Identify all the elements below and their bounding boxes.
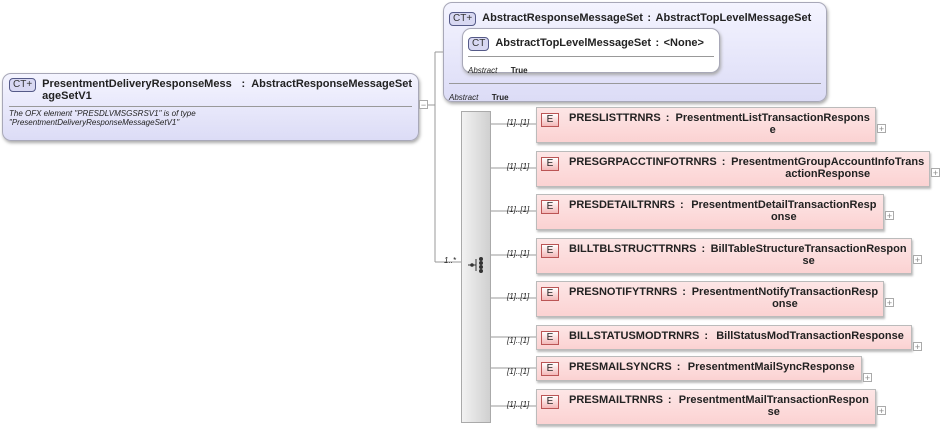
complex-type-extension-icon: CT+ bbox=[9, 78, 37, 92]
element-cardinality: [1]..[1] bbox=[507, 205, 530, 214]
root-type: AbstractResponseMessageSet bbox=[251, 78, 412, 90]
separator: : bbox=[655, 37, 660, 49]
abstract-label: Abstract bbox=[468, 66, 498, 75]
element-type: BillTableStructureTransactionResponse bbox=[710, 243, 907, 267]
element-node[interactable]: E PRESNOTIFYTRNRS: PresentmentNotifyTran… bbox=[536, 281, 884, 317]
sequence-compositor-icon bbox=[468, 257, 483, 273]
element-cardinality: [1]..[1] bbox=[507, 249, 530, 258]
element-icon: E bbox=[541, 395, 559, 409]
element-name: PRESMAILSYNCRS bbox=[569, 361, 672, 373]
separator: : bbox=[665, 112, 670, 124]
separator: : bbox=[647, 12, 652, 24]
base-type: AbstractTopLevelMessageSet bbox=[655, 12, 812, 24]
sequence-compositor[interactable] bbox=[461, 111, 491, 423]
expand-button[interactable]: + bbox=[913, 255, 922, 265]
element-node[interactable]: E PRESDETAILTRNRS: PresentmentDetailTran… bbox=[536, 194, 884, 230]
element-cardinality: [1]..[1] bbox=[507, 292, 530, 301]
sequence-cardinality: 1..* bbox=[444, 256, 457, 265]
element-type: PresentmentGroupAccountInfoTransactionRe… bbox=[731, 156, 925, 180]
element-type: PresentmentListTransactionResponse bbox=[675, 112, 870, 136]
element-cardinality: [1]..[1] bbox=[507, 162, 530, 171]
element-cardinality: [1]..[1] bbox=[507, 118, 530, 127]
element-name: BILLSTATUSMODTRNRS bbox=[569, 330, 700, 342]
element-icon: E bbox=[541, 157, 559, 171]
element-type: PresentmentDetailTransactionResponse bbox=[691, 199, 877, 223]
element-cardinality: [1]..[1] bbox=[507, 367, 530, 376]
element-type: PresentmentMailTransactionResponse bbox=[678, 394, 869, 418]
separator: : bbox=[721, 156, 726, 168]
element-node[interactable]: E BILLSTATUSMODTRNRS: BillStatusModTrans… bbox=[536, 325, 912, 350]
element-node[interactable]: E PRESMAILSYNCRS: PresentmentMailSyncRes… bbox=[536, 356, 862, 381]
element-icon: E bbox=[541, 362, 559, 376]
abstract-value: True bbox=[491, 93, 509, 102]
expand-button[interactable]: + bbox=[931, 168, 940, 178]
separator: : bbox=[676, 361, 681, 373]
separator: : bbox=[667, 394, 672, 406]
collapse-button[interactable]: − bbox=[419, 100, 428, 110]
element-name: BILLTBLSTRUCTTRNRS bbox=[569, 243, 697, 255]
abstract-value: True bbox=[510, 66, 528, 75]
separator: : bbox=[679, 199, 684, 211]
element-type: BillStatusModTransactionResponse bbox=[716, 330, 904, 342]
separator: : bbox=[682, 286, 686, 298]
expand-button[interactable]: + bbox=[913, 342, 922, 352]
expand-button[interactable]: + bbox=[885, 298, 894, 308]
expand-button[interactable]: + bbox=[877, 124, 886, 134]
element-node[interactable]: E PRESLISTTRNRS: PresentmentListTransact… bbox=[536, 107, 876, 143]
element-name: PRESLISTTRNRS bbox=[569, 112, 661, 124]
separator: : bbox=[704, 330, 709, 342]
element-icon: E bbox=[541, 200, 559, 214]
element-cardinality: [1]..[1] bbox=[507, 336, 530, 345]
inner-name: AbstractTopLevelMessageSet bbox=[495, 37, 652, 49]
element-icon: E bbox=[541, 113, 559, 127]
element-type: PresentmentMailSyncResponse bbox=[687, 361, 855, 373]
root-documentation: The OFX element "PRESDLVMSGSRSV1" is of … bbox=[9, 109, 196, 127]
element-icon: E bbox=[541, 287, 559, 301]
base-name: AbstractResponseMessageSet bbox=[482, 12, 643, 24]
complex-type-extension-icon: CT+ bbox=[449, 12, 477, 26]
element-icon: E bbox=[541, 244, 559, 258]
inner-complex-type[interactable]: CT AbstractTopLevelMessageSet : <None> Ab… bbox=[462, 28, 720, 75]
expand-button[interactable]: + bbox=[877, 406, 886, 416]
element-node[interactable]: E BILLTBLSTRUCTTRNRS: BillTableStructure… bbox=[536, 238, 912, 274]
separator: : bbox=[701, 243, 706, 255]
root-name: PresentmentDeliveryResponseMess ageSetV1 bbox=[42, 78, 232, 102]
element-name: PRESGRPACCTINFOTRNRS bbox=[569, 156, 717, 168]
element-node[interactable]: E PRESGRPACCTINFOTRNRS: PresentmentGroup… bbox=[536, 151, 930, 187]
complex-type-icon: CT bbox=[468, 37, 490, 51]
expand-button[interactable]: + bbox=[885, 211, 894, 221]
inner-type: <None> bbox=[663, 37, 704, 49]
element-type: PresentmentNotifyTransactionResponse bbox=[691, 286, 879, 310]
element-name: PRESMAILTRNRS bbox=[569, 394, 663, 406]
element-name: PRESDETAILTRNRS bbox=[569, 199, 675, 211]
abstract-label: Abstract bbox=[449, 93, 479, 102]
root-complex-type[interactable]: CT+ PresentmentDeliveryResponseMess ageS… bbox=[2, 73, 419, 141]
element-cardinality: [1]..[1] bbox=[507, 400, 530, 409]
element-icon: E bbox=[541, 331, 559, 345]
element-name: PRESNOTIFYTRNRS bbox=[569, 286, 678, 298]
separator: : bbox=[241, 78, 246, 90]
expand-button[interactable]: + bbox=[863, 373, 872, 383]
element-node[interactable]: E PRESMAILTRNRS: PresentmentMailTransact… bbox=[536, 389, 876, 425]
